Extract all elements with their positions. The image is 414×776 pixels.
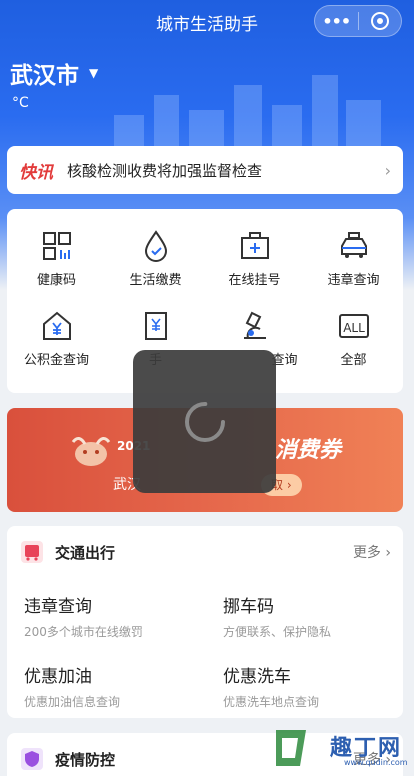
item-subtitle: 方便联系、保护隐私 [223, 625, 332, 639]
banner-title: 消费券 [275, 438, 342, 463]
temperature: °C [12, 95, 29, 111]
item-subtitle: 优惠加油信息查询 [24, 695, 121, 709]
item-title: 优惠洗车 [223, 667, 291, 687]
traffic-header: 交通出行 更多 › [19, 538, 391, 566]
service-online-registration[interactable]: 在线挂号 [205, 229, 304, 309]
service-housing-fund[interactable]: 公积金查询 [7, 309, 106, 389]
news-tag: 快讯 [19, 162, 53, 183]
bus-icon [21, 541, 43, 563]
service-utility-payment[interactable]: 生活缴费 [106, 229, 205, 309]
close-mini-program-button[interactable] [359, 6, 402, 36]
service-violation-query[interactable]: 违章查询 [304, 229, 403, 309]
more-options-button[interactable]: ••• [315, 6, 358, 36]
item-title: 优惠加油 [24, 667, 92, 687]
loading-toast [133, 350, 276, 493]
more-link[interactable]: 更多 › [353, 542, 391, 562]
target-circle-icon [370, 12, 389, 30]
item-subtitle: 优惠洗车地点查询 [223, 695, 320, 709]
item-title: 挪车码 [223, 597, 274, 617]
traffic-section: 交通出行 更多 › 违章查询 200多个城市在线缴罚 挪车码 方便联系、保护隐私… [7, 526, 403, 718]
service-label: 生活缴费 [129, 273, 182, 288]
all-icon: ALL [338, 314, 369, 338]
svg-text:ALL: ALL [343, 321, 365, 335]
medical-kit-icon [240, 232, 269, 259]
traffic-item-move-car[interactable]: 挪车码 方便联系、保护隐私 [223, 592, 413, 640]
watermark-url: www.qudin.com [344, 758, 408, 767]
city-name: 武汉市 [10, 63, 79, 89]
microscope-icon [243, 311, 266, 339]
service-health-code[interactable]: 健康码 [7, 229, 106, 309]
mini-program-capsule: ••• [314, 5, 402, 37]
service-label: 健康码 [36, 273, 76, 288]
service-label: 公积金查询 [23, 353, 89, 368]
traffic-item-fuel[interactable]: 优惠加油 优惠加油信息查询 [24, 662, 214, 710]
service-all[interactable]: ALL 全部 [304, 309, 403, 389]
car-icon [340, 232, 367, 258]
item-title: 违章查询 [24, 597, 92, 617]
house-yen-icon [42, 311, 71, 340]
title-bar: 城市生活助手 ••• [0, 0, 414, 44]
more-label: 更多 [352, 545, 381, 561]
section-title: 交通出行 [55, 543, 116, 562]
ox-mascot-icon [71, 437, 111, 466]
city-skyline-illustration [114, 75, 381, 155]
service-label: 违章查询 [327, 273, 380, 288]
service-label: 在线挂号 [228, 273, 281, 288]
service-label: 全部 [340, 353, 367, 368]
loading-spinner-icon [184, 401, 225, 442]
qr-code-icon [42, 232, 71, 260]
book-icon [144, 312, 167, 340]
traffic-item-carwash[interactable]: 优惠洗车 优惠洗车地点查询 [223, 662, 413, 710]
city-selector[interactable]: 武汉市 ▼ [10, 56, 98, 90]
more-dots-icon: ••• [322, 11, 351, 31]
news-flash-bar[interactable]: 快讯 核酸检测收费将加强监督检查 › [7, 146, 403, 194]
news-text: 核酸检测收费将加强监督检查 [67, 161, 263, 180]
item-subtitle: 200多个城市在线缴罚 [24, 625, 143, 639]
traffic-item-violation[interactable]: 违章查询 200多个城市在线缴罚 [24, 592, 214, 640]
water-drop-icon [144, 230, 167, 262]
chevron-right-icon: › [384, 160, 391, 180]
shield-icon [21, 748, 43, 770]
caret-down-icon: ▼ [89, 66, 99, 80]
